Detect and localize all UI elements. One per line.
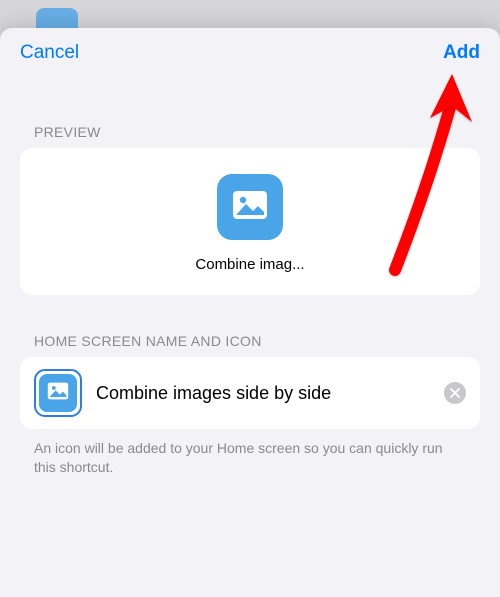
preview-card: Combine imag...	[20, 148, 480, 295]
navbar: Cancel Add	[0, 28, 500, 76]
background-app-icon	[36, 8, 78, 28]
footer-note: An icon will be added to your Home scree…	[34, 439, 466, 477]
add-button[interactable]: Add	[443, 42, 480, 64]
preview-section-header: PREVIEW	[34, 124, 480, 140]
close-icon	[450, 386, 460, 401]
preview-app-icon	[217, 174, 283, 240]
photo-icon	[46, 379, 70, 408]
cancel-button[interactable]: Cancel	[20, 42, 79, 64]
name-input[interactable]	[96, 383, 430, 404]
preview-label: Combine imag...	[195, 256, 304, 273]
modal-sheet: Cancel Add PREVIEW Combine imag... HOME …	[0, 28, 500, 597]
icon-picker-button[interactable]	[34, 369, 82, 417]
photo-icon	[230, 185, 270, 230]
name-section-header: HOME SCREEN NAME AND ICON	[34, 333, 480, 349]
name-card	[20, 357, 480, 429]
clear-text-button[interactable]	[444, 382, 466, 404]
